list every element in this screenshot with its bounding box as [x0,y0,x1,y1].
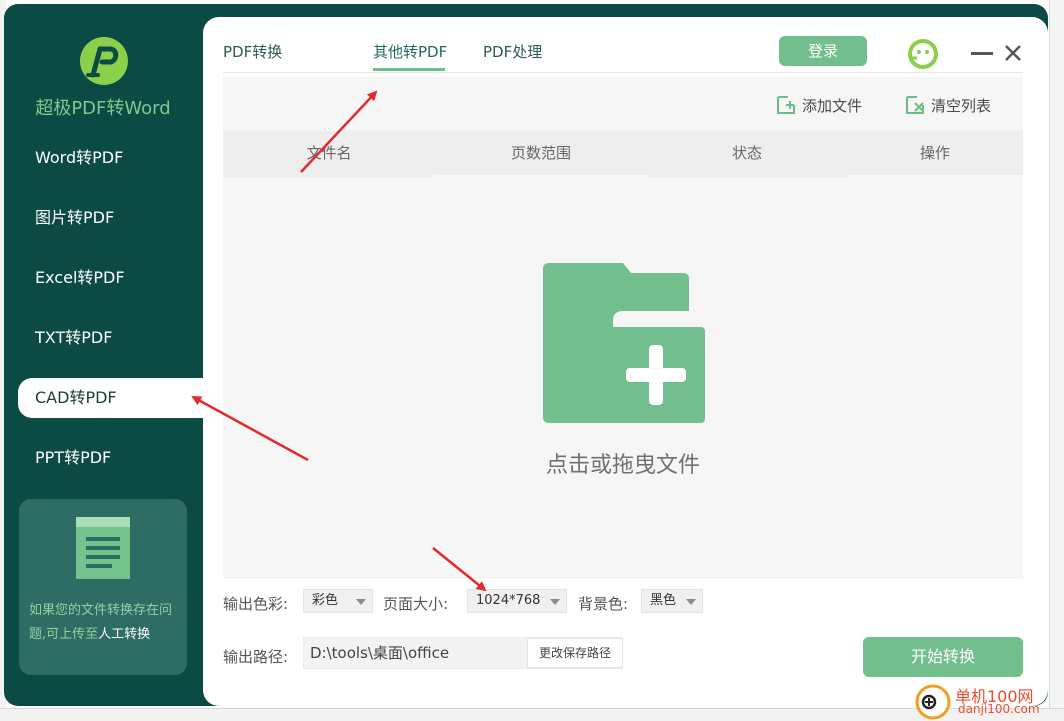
smiley-icon[interactable] [907,38,939,70]
tab-pdf-process[interactable]: PDF处理 [483,41,542,71]
file-area: 添加文件 清空列表 文件名 页数范围 状态 操作 点击或拖曳文件 [223,77,1023,579]
tab-other-to-pdf[interactable]: 其他转PDF [373,41,447,71]
file-table-header: 文件名 页数范围 状态 操作 [223,131,1023,177]
background-taskbar [0,708,1064,721]
change-path-button[interactable]: 更改保存路径 [527,638,623,668]
column-divider [435,175,647,177]
sidebar-item-image[interactable]: 图片转PDF [18,198,204,238]
login-button[interactable]: 登录 [779,36,867,66]
active-tab-indicator [373,68,445,71]
brand-name: 超极PDF转Word [35,98,171,119]
color-select-value: 彩色 [312,593,339,608]
chevron-down-icon [686,599,696,605]
sidebar-item-excel[interactable]: Excel转PDF [18,258,204,298]
chevron-down-icon [356,599,366,605]
column-header-page-range: 页数范围 [510,144,571,162]
color-label: 输出色彩: [223,595,289,613]
folder-add-icon[interactable] [543,263,705,423]
background-window-edge [1049,0,1064,720]
sidebar-item-txt[interactable]: TXT转PDF [18,318,204,358]
promo-highlight[interactable]: 人工转换 [98,627,150,642]
output-options: 输出色彩: 彩色 页面大小: 1024*768 背景色: 黑色 [223,589,723,615]
clear-list-icon [906,96,924,114]
sidebar-item-cad[interactable]: CAD转PDF [18,378,218,418]
clear-list-label: 清空列表 [931,96,992,115]
document-icon [76,517,130,579]
column-divider [847,175,1023,177]
color-select[interactable]: 彩色 [303,589,373,613]
chevron-down-icon [550,599,560,605]
watermark-url: danji100.com [958,702,1040,716]
background-color-select[interactable]: 黑色 [641,589,703,613]
app-window: 超极PDF转Word Word转PDF 图片转PDF Excel转PDF TXT… [4,4,1048,706]
column-header-filename: 文件名 [306,144,352,162]
start-convert-button[interactable]: 开始转换 [863,637,1023,677]
dropzone-text[interactable]: 点击或拖曳文件 [223,447,1023,479]
tab-pdf-convert[interactable]: PDF转换 [223,41,282,71]
page-size-select[interactable]: 1024*768 [467,589,567,613]
background-color-select-value: 黑色 [650,593,677,608]
manual-conversion-promo[interactable]: 如果您的文件转换存在问题,可上传至人工转换 [19,499,187,675]
add-file-button[interactable]: 添加文件 [776,93,862,117]
clear-list-button[interactable]: 清空列表 [905,93,991,117]
divider [223,72,1023,73]
main-panel: PDF转换 其他转PDF PDF处理 登录 添加文件 清空列表 文件名 页数范围… [203,17,1048,706]
close-icon[interactable] [1003,43,1023,63]
watermark-logo-icon [915,684,951,720]
logo-icon [80,37,128,85]
page-size-select-value: 1024*768 [476,593,541,608]
add-file-label: 添加文件 [802,96,863,115]
sidebar-item-word[interactable]: Word转PDF [18,138,204,178]
column-header-status: 状态 [731,144,762,162]
column-header-actions: 操作 [919,144,950,162]
minimize-icon[interactable] [971,44,993,62]
background-color-label: 背景色: [578,595,629,613]
sidebar-item-ppt[interactable]: PPT转PDF [18,438,204,478]
output-path-label: 输出路径: [223,648,289,666]
page-size-label: 页面大小: [383,595,449,613]
promo-text: 如果您的文件转换存在问题,可上传至人工转换 [29,603,173,642]
add-file-icon [777,96,795,114]
